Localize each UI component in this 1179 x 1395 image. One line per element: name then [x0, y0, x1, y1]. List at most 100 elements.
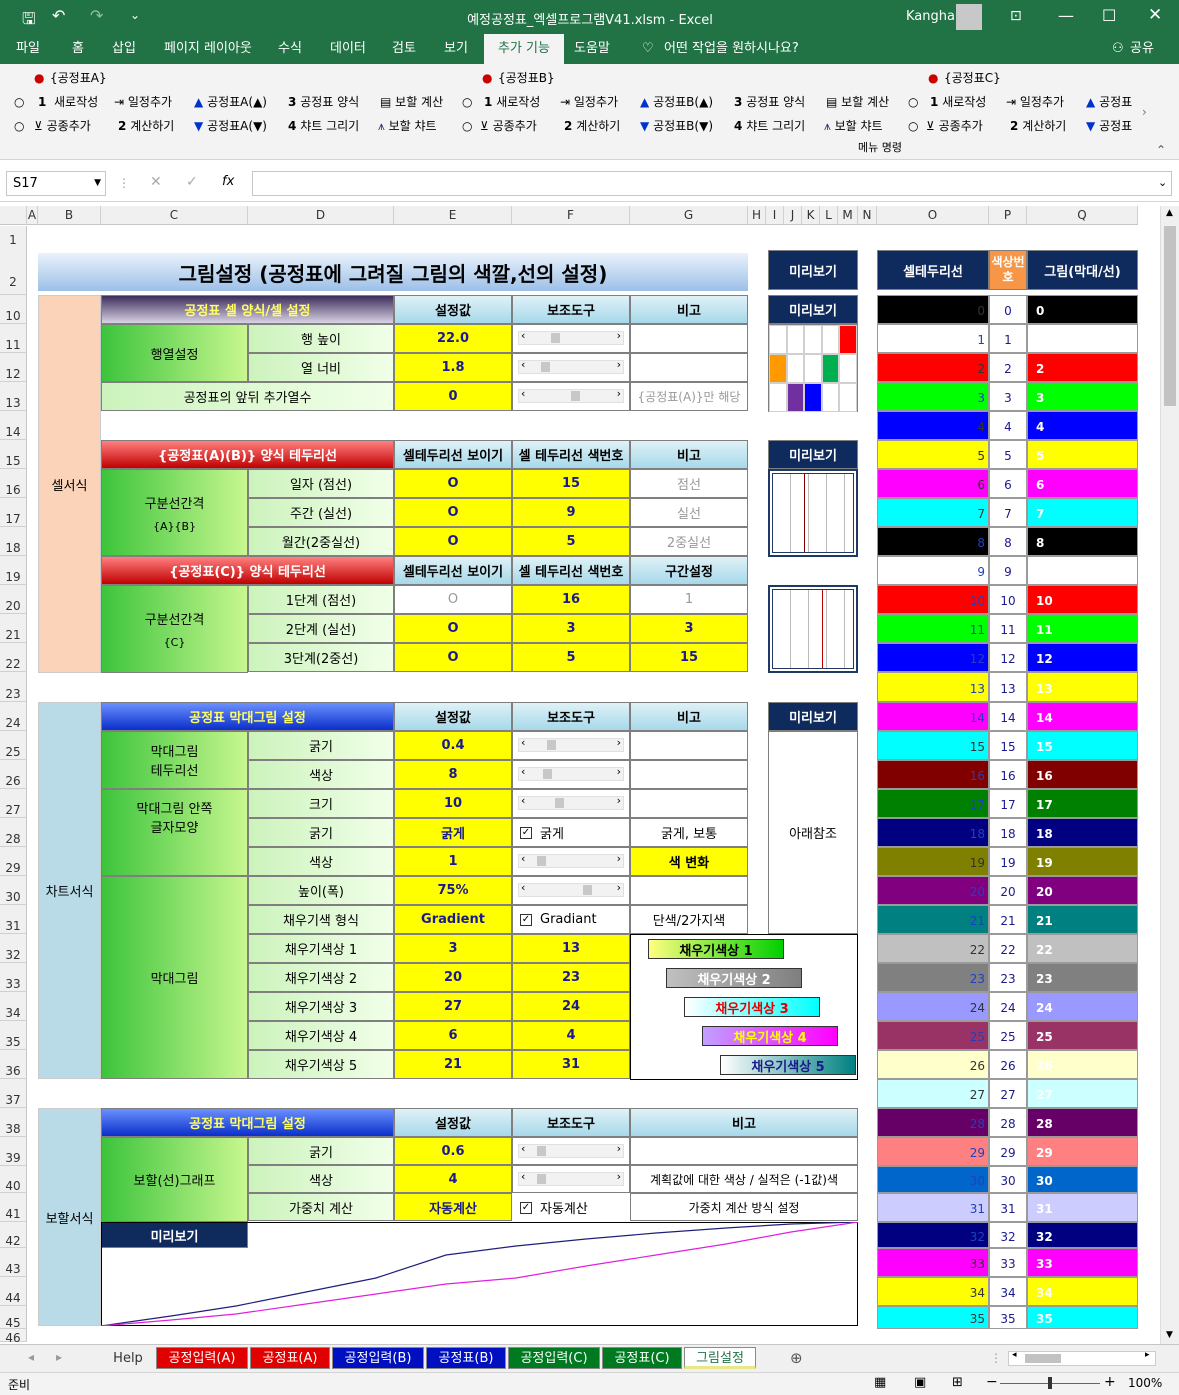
palette-border-swatch[interactable]: 4 [877, 411, 989, 440]
scroll-thumb[interactable] [551, 333, 560, 343]
palette-border-swatch[interactable]: 6 [877, 469, 989, 498]
sheet-tab-chart-c[interactable]: 공정표(C) [602, 1347, 682, 1369]
close-icon[interactable]: ✕ [1148, 5, 1162, 25]
sec3-color-value[interactable]: 3 [512, 614, 630, 643]
a-down-button[interactable]: ▼ 공정표A(▼) [194, 116, 267, 136]
check-icon[interactable]: ✓ [520, 826, 532, 839]
b-add-schedule-button[interactable]: ⇥ 일정추가 [560, 92, 618, 112]
color-change-button[interactable]: 색 변화 [630, 847, 748, 876]
palette-fill-swatch[interactable]: 8 [1027, 527, 1138, 556]
fill-secondary-value[interactable]: 13 [512, 934, 630, 963]
chevron-left-icon[interactable]: ‹ [521, 358, 525, 371]
vertical-scrollbar[interactable]: ▲ ▼ [1160, 206, 1179, 1344]
palette-border-swatch[interactable]: 0 [877, 295, 989, 324]
fill-secondary-value[interactable]: 4 [512, 1021, 630, 1050]
chevron-right-icon[interactable]: › [617, 852, 621, 865]
palette-border-swatch[interactable]: 32 [877, 1222, 989, 1248]
scroll-thumb[interactable] [543, 769, 552, 779]
chevron-right-icon[interactable]: › [617, 1170, 621, 1183]
ribbon-scroll-right-icon[interactable]: › [1142, 102, 1147, 122]
b-add-type-button[interactable]: ⊻ 공종추가 [480, 116, 537, 136]
a-add-schedule-button[interactable]: ⇥ 일정추가 [114, 92, 172, 112]
chevron-left-icon[interactable]: ‹ [521, 736, 525, 749]
sec3-show-value[interactable]: O [394, 614, 512, 643]
sec3-note-value[interactable]: 3 [630, 614, 748, 643]
chevron-left-icon[interactable]: ‹ [521, 794, 525, 807]
palette-border-swatch[interactable]: 31 [877, 1193, 989, 1222]
user-name[interactable]: Kangha [906, 9, 955, 24]
b-calc-button[interactable]: 2 계산하기 [564, 116, 620, 136]
palette-fill-swatch[interactable]: 15 [1027, 731, 1138, 760]
function-icon[interactable]: fx [222, 174, 234, 189]
chevron-left-icon[interactable]: ‹ [521, 765, 525, 778]
chevron-right-icon[interactable]: › [617, 765, 621, 778]
c-new-button[interactable]: 1 새로작성 [930, 92, 986, 112]
horizontal-scroll-thumb[interactable] [1025, 1354, 1061, 1363]
col-width-value[interactable]: 1.8 [394, 353, 512, 382]
sec3-color-value[interactable]: 16 [512, 585, 630, 614]
tab-view[interactable]: 보기 [438, 34, 474, 64]
sec2-color-value[interactable]: 15 [512, 469, 630, 498]
bar-setting-value[interactable]: 3 [394, 934, 512, 963]
c-calc-button[interactable]: 2 계산하기 [1010, 116, 1066, 136]
palette-fill-swatch[interactable]: 11 [1027, 614, 1138, 643]
bar-setting-value[interactable]: 27 [394, 992, 512, 1021]
redo-icon[interactable]: ↷ [90, 6, 103, 25]
fill-secondary-value[interactable]: 24 [512, 992, 630, 1021]
palette-fill-swatch[interactable]: 9 [1027, 556, 1138, 585]
undo-icon[interactable]: ↶ [52, 6, 65, 25]
bar-setting-value[interactable]: 8 [394, 760, 512, 789]
horizontal-scrollbar[interactable]: ◂ ▸ [1008, 1350, 1156, 1366]
qat-customize-icon[interactable]: ⌄ [130, 8, 140, 22]
palette-fill-swatch[interactable]: 28 [1027, 1108, 1138, 1137]
sec2-show-value[interactable]: O [394, 498, 512, 527]
palette-border-swatch[interactable]: 22 [877, 934, 989, 963]
scroll-thumb[interactable] [547, 740, 556, 750]
palette-border-swatch[interactable]: 13 [877, 672, 989, 702]
chevron-left-icon[interactable]: ‹ [521, 329, 525, 342]
bar-setting-value[interactable]: 1 [394, 847, 512, 876]
radio-icon[interactable]: ○ [14, 116, 24, 136]
palette-border-swatch[interactable]: 18 [877, 818, 989, 847]
check-icon[interactable]: ✓ [520, 1201, 532, 1214]
palette-fill-swatch[interactable]: 1 [1027, 324, 1138, 353]
palette-border-swatch[interactable]: 17 [877, 789, 989, 818]
sec3-note-value[interactable]: 15 [630, 643, 748, 672]
scrollbar-control[interactable]: ‹ › [518, 387, 624, 403]
minimize-icon[interactable]: — [1058, 6, 1074, 25]
ribbon-display-icon[interactable]: ⊡ [1010, 8, 1022, 24]
chevron-right-icon[interactable]: › [617, 387, 621, 400]
tab-help[interactable]: 도움말 [568, 34, 616, 64]
tab-add-ins[interactable]: 추가 기능 [484, 34, 564, 64]
normal-view-icon[interactable]: ▦ [874, 1375, 886, 1390]
add-sheet-icon[interactable]: ⊕ [790, 1349, 803, 1367]
b-form-button[interactable]: 3 공정표 양식 [734, 92, 805, 112]
tab-page-layout[interactable]: 페이지 레이아웃 [158, 34, 258, 64]
avatar[interactable] [956, 4, 982, 30]
palette-fill-swatch[interactable]: 12 [1027, 643, 1138, 672]
b-up-button[interactable]: ▲ 공정표B(▲) [640, 92, 713, 112]
a-up-button[interactable]: ▲ 공정표A(▲) [194, 92, 267, 112]
palette-fill-swatch[interactable]: 26 [1027, 1050, 1138, 1079]
palette-fill-swatch[interactable]: 20 [1027, 876, 1138, 905]
prev-sheet-icon[interactable]: ◂ [28, 1350, 34, 1364]
page-break-view-icon[interactable]: ⊞ [952, 1375, 963, 1390]
chevron-left-icon[interactable]: ‹ [521, 1142, 525, 1155]
palette-fill-swatch[interactable]: 6 [1027, 469, 1138, 498]
palette-fill-swatch[interactable]: 7 [1027, 498, 1138, 527]
sheet-tab-input-b[interactable]: 공정입력(B) [332, 1347, 424, 1369]
extra-cols-value[interactable]: 0 [394, 382, 512, 411]
palette-border-swatch[interactable]: 23 [877, 963, 989, 992]
maximize-icon[interactable]: ☐ [1102, 6, 1116, 25]
tab-file[interactable]: 파일 [10, 34, 46, 64]
scrollbar-control[interactable]: ‹ › [518, 1170, 624, 1186]
sheet-tab-input-c[interactable]: 공정입력(C) [508, 1347, 600, 1369]
tab-insert[interactable]: 삽입 [106, 34, 142, 64]
radio-icon[interactable]: ○ [908, 116, 918, 136]
checkbox-bold[interactable]: ✓ 굵게 [520, 818, 564, 847]
checkbox-gradient[interactable]: ✓ Gradiant [520, 905, 597, 934]
a-bohal-chart-button[interactable]: ⩚ 보할 챠트 [378, 116, 437, 136]
zoom-slider-thumb[interactable] [1048, 1377, 1052, 1389]
scrollbar-control[interactable]: ‹ › [518, 736, 624, 752]
palette-border-swatch[interactable]: 8 [877, 527, 989, 556]
